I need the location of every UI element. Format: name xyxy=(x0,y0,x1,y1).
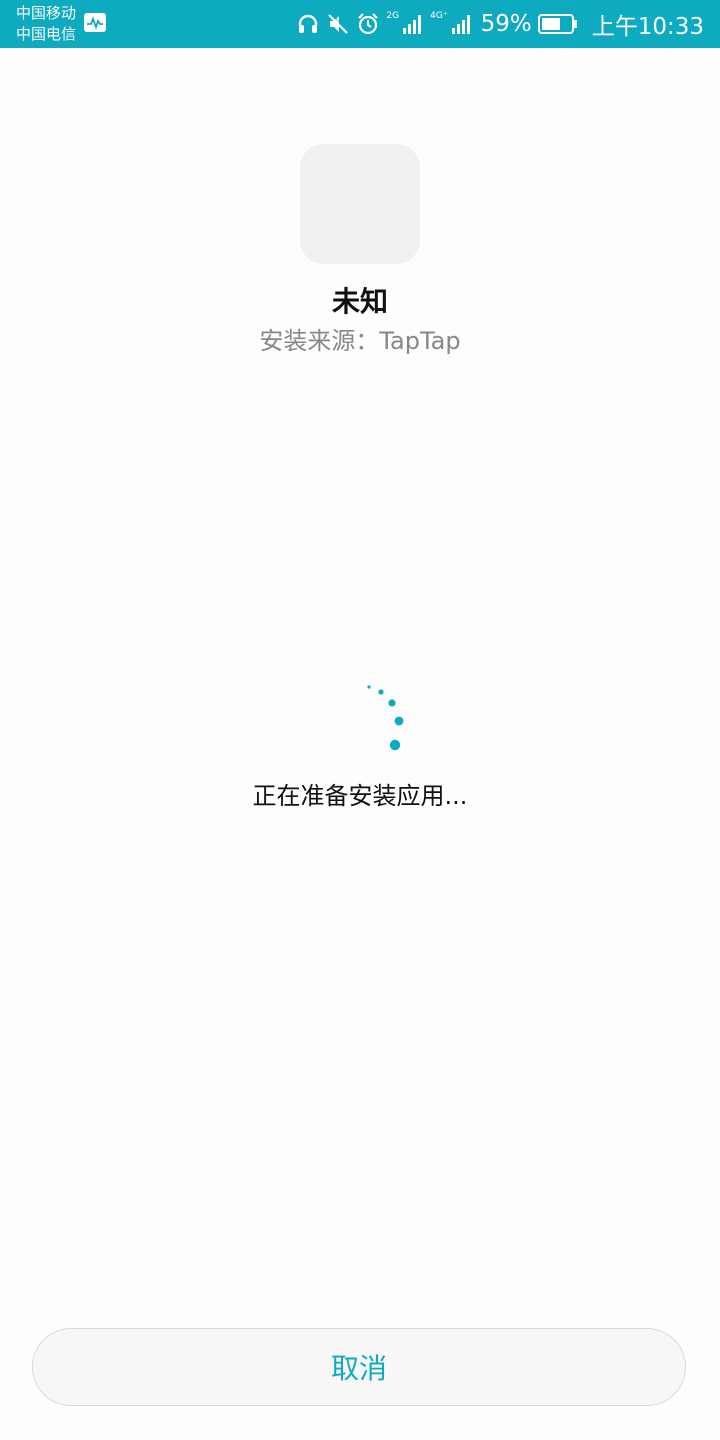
app-icon-placeholder xyxy=(300,144,420,264)
signal-4g-icon xyxy=(451,15,470,34)
spinner-dot xyxy=(389,739,401,751)
carrier-info: 中国移动 中国电信 xyxy=(16,3,76,45)
cancel-button[interactable]: 取消 xyxy=(32,1328,686,1406)
install-source-value: TapTap xyxy=(379,327,461,355)
preparing-install-message: 正在准备安装应用... xyxy=(252,782,468,810)
install-source: 安装来源：TapTap xyxy=(0,322,720,360)
spinner-dot xyxy=(378,689,384,695)
network-2g-label: 2G xyxy=(386,11,400,21)
loading-spinner-icon xyxy=(367,685,404,751)
signal-2g-icon xyxy=(403,15,422,34)
app-name: 未知 xyxy=(331,285,388,318)
activity-monitor-icon xyxy=(84,13,106,32)
headset-icon xyxy=(299,14,318,33)
carrier-1: 中国移动 xyxy=(16,4,77,22)
clock: 上午10:33 xyxy=(591,14,704,40)
spinner-dot xyxy=(367,685,371,689)
install-source-label: 安装来源： xyxy=(259,327,380,355)
spinner-dot xyxy=(394,716,404,726)
carrier-2: 中国电信 xyxy=(16,25,77,43)
spinner-dot xyxy=(388,699,396,707)
network-4g-label: 4G⁺ xyxy=(430,11,448,21)
status-bar: 中国移动 中国电信 2G 4G⁺ 59% 上午10:33 xyxy=(0,0,720,48)
battery-percent: 59% xyxy=(480,11,532,37)
alarm-icon xyxy=(358,13,379,35)
battery-icon xyxy=(537,14,577,34)
status-icons: 2G 4G⁺ 59% 上午10:33 xyxy=(296,0,704,48)
mute-icon xyxy=(328,13,350,34)
